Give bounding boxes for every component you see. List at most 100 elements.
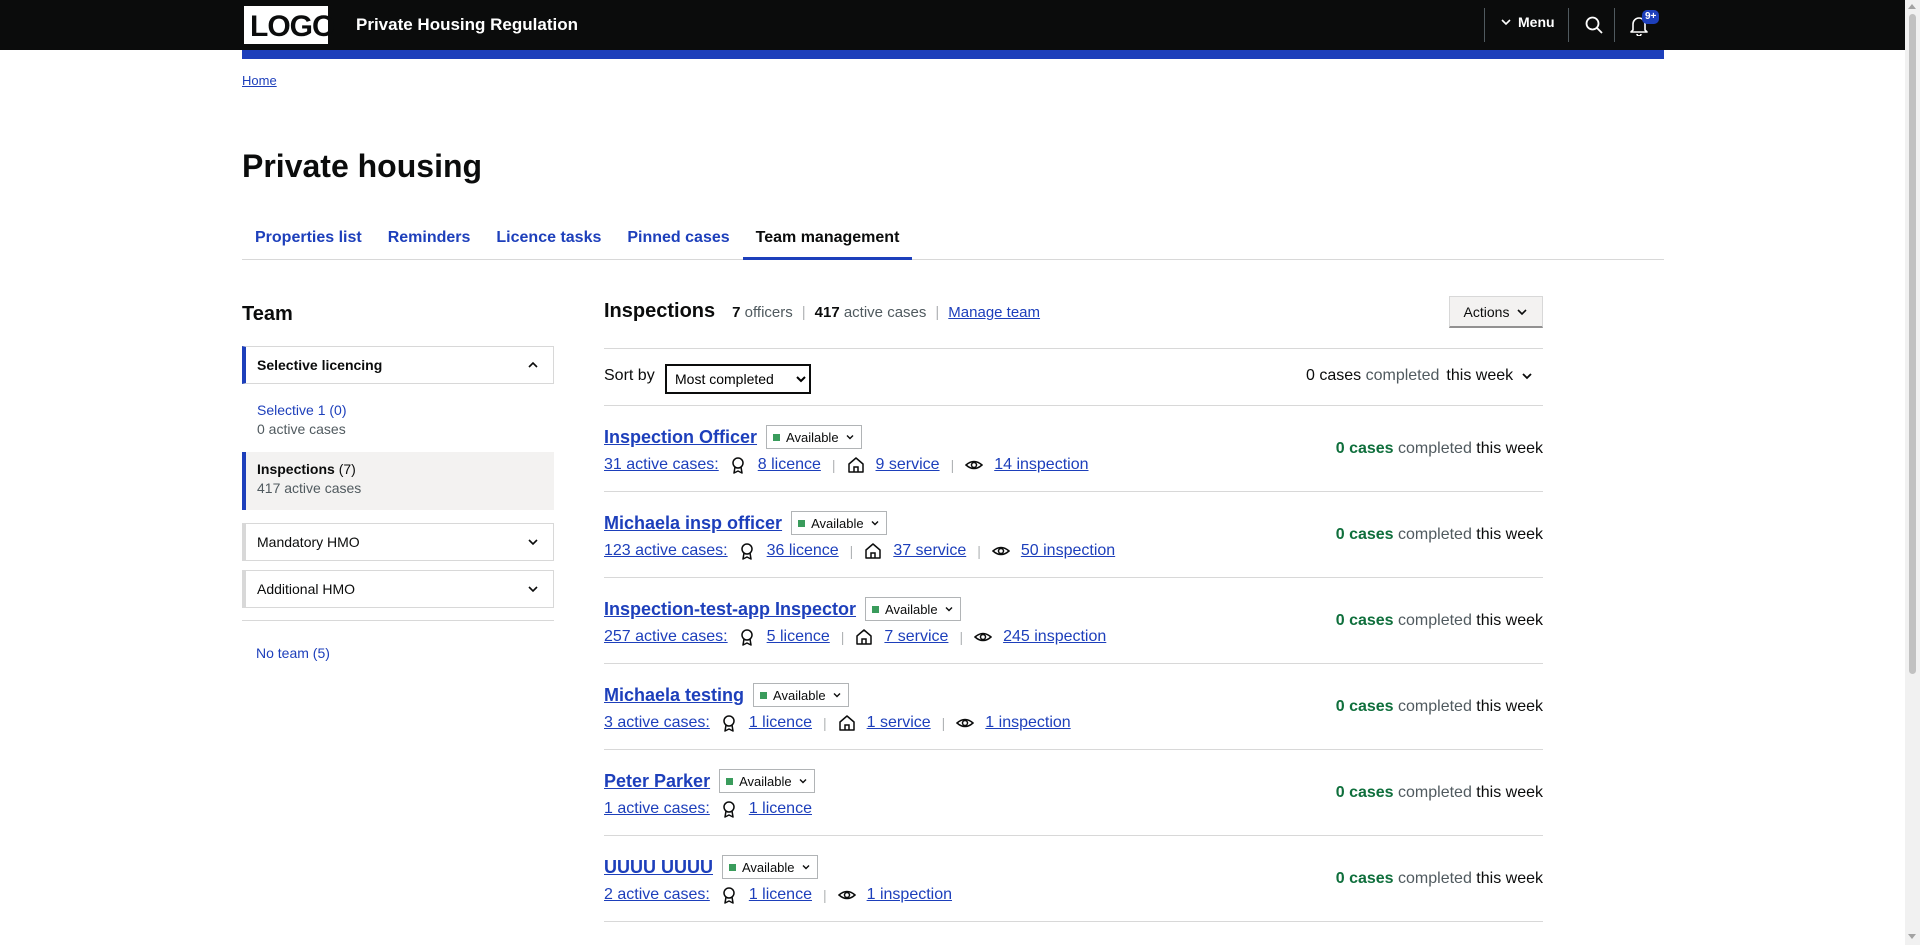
house-icon <box>865 543 882 559</box>
award-icon <box>740 543 753 560</box>
breadcrumb-home[interactable]: Home <box>242 73 277 88</box>
officer-name-link[interactable]: Peter Parker <box>604 771 710 792</box>
completed-label: completed <box>1398 440 1472 457</box>
officer-row: Michaela insp officer Available 123 active… <box>604 492 1543 578</box>
scroll-up-icon[interactable] <box>1908 4 1916 9</box>
team-item-name[interactable]: Selective 1 (0) <box>257 402 554 418</box>
officer-header: Michaela testing Available <box>604 683 849 707</box>
chevron-down-icon <box>871 521 879 526</box>
tab-properties-list[interactable]: Properties list <box>242 226 375 260</box>
separator: | <box>977 543 981 559</box>
licence-cases-link[interactable]: 1 licence <box>749 714 812 732</box>
actions-button[interactable]: Actions <box>1449 296 1543 328</box>
officer-row: Inspection-test-app Inspector Available 25… <box>604 578 1543 664</box>
scroll-down-icon[interactable] <box>1908 934 1916 939</box>
availability-dropdown[interactable]: Available <box>722 855 818 879</box>
completed-count: 0 cases <box>1335 526 1394 543</box>
officers-count: 7 <box>732 304 741 321</box>
eye-icon <box>956 718 975 728</box>
active-cases-link[interactable]: 3 active cases: <box>604 714 710 732</box>
completed-label: completed <box>1398 698 1472 715</box>
header-divider <box>1484 8 1485 42</box>
notification-badge: 9+ <box>1642 10 1660 24</box>
tab-pinned-cases[interactable]: Pinned cases <box>614 226 742 260</box>
inspection-cases-link[interactable]: 50 inspection <box>1021 542 1115 560</box>
officer-header: Inspection-test-app Inspector Available <box>604 597 961 621</box>
status-dot <box>726 777 734 785</box>
service-cases-link[interactable]: 1 service <box>867 714 931 732</box>
availability-dropdown[interactable]: Available <box>766 425 862 449</box>
team-item-name[interactable]: Inspections (7) <box>257 461 554 477</box>
summary-count: 0 cases <box>1306 367 1362 384</box>
accordion-selective-licencing[interactable]: Selective licencing <box>242 346 554 384</box>
sort-select[interactable]: Most completed <box>665 364 811 394</box>
officer-name-link[interactable]: Michaela insp officer <box>604 513 782 534</box>
service-cases-link[interactable]: 7 service <box>884 628 948 646</box>
active-cases-link[interactable]: 31 active cases: <box>604 456 719 474</box>
separator: | <box>950 457 955 473</box>
status-dot <box>729 863 736 871</box>
licence-cases-link[interactable]: 1 licence <box>749 800 812 818</box>
officer-header: Peter Parker Available <box>604 769 815 793</box>
completed-summary: 0 cases completed this week <box>1336 612 1543 630</box>
status-dot <box>872 605 880 613</box>
app-title[interactable]: Private Housing Regulation <box>356 15 578 35</box>
menu-button[interactable]: Menu <box>1500 14 1555 30</box>
logo[interactable]: LOGO <box>242 4 335 46</box>
completed-summary: 0 cases completed this week <box>1336 526 1543 544</box>
panel-header: Inspections 7 officers | 417 active case… <box>604 300 1040 323</box>
licence-cases-link[interactable]: 5 licence <box>767 628 830 646</box>
tab-licence-tasks[interactable]: Licence tasks <box>483 226 614 260</box>
completed-period: this week <box>1476 784 1543 801</box>
team-item-selective-1[interactable]: Selective 1 (0) 0 active cases <box>242 393 554 437</box>
officer-name-link[interactable]: UUUU UUUU <box>604 857 713 878</box>
availability-dropdown[interactable]: Available <box>753 683 849 707</box>
brand-strip <box>242 50 1664 59</box>
accordion-mandatory-hmo[interactable]: Mandatory HMO <box>242 523 554 561</box>
licence-cases-link[interactable]: 36 licence <box>767 542 839 560</box>
accordion-additional-hmo[interactable]: Additional HMO <box>242 570 554 608</box>
active-cases-link[interactable]: 123 active cases: <box>604 542 728 560</box>
manage-team-link[interactable]: Manage team <box>948 304 1040 321</box>
inspection-cases-link[interactable]: 1 inspection <box>867 886 952 904</box>
chevron-down-icon <box>528 539 538 546</box>
officer-name-link[interactable]: Michaela testing <box>604 685 744 706</box>
inspection-cases-link[interactable]: 14 inspection <box>994 456 1088 474</box>
award-icon <box>731 457 744 474</box>
availability-dropdown[interactable]: Available <box>865 597 961 621</box>
team-item-inspections[interactable]: Inspections (7) 417 active cases <box>242 452 554 510</box>
service-cases-link[interactable]: 9 service <box>876 456 940 474</box>
status-label: Available <box>773 687 826 703</box>
active-cases-link[interactable]: 2 active cases: <box>604 886 710 904</box>
tab-reminders[interactable]: Reminders <box>375 226 484 260</box>
active-cases-link[interactable]: 257 active cases: <box>604 628 728 646</box>
house-icon <box>856 629 873 645</box>
availability-dropdown[interactable]: Available <box>791 511 887 535</box>
no-team-link[interactable]: No team (5) <box>256 645 330 661</box>
chevron-down-icon <box>833 693 841 698</box>
licence-cases-link[interactable]: 1 licence <box>749 886 812 904</box>
award-icon <box>723 887 735 904</box>
completed-period: this week <box>1476 526 1543 543</box>
inspection-cases-link[interactable]: 1 inspection <box>985 714 1070 732</box>
inspection-cases-link[interactable]: 245 inspection <box>1003 628 1106 646</box>
completed-summary: 0 cases completed this week <box>1336 440 1543 458</box>
search-icon[interactable] <box>1584 15 1604 35</box>
status-label: Available <box>786 429 839 445</box>
officer-name-link[interactable]: Inspection Officer <box>604 427 757 448</box>
completed-summary: 0 cases completed this week <box>1336 870 1543 888</box>
divider <box>604 348 1543 349</box>
completed-count: 0 cases <box>1335 784 1394 801</box>
case-breakdown: 257 active cases: 5 licence | 7 service | 245… <box>604 628 1106 646</box>
service-cases-link[interactable]: 37 service <box>893 542 966 560</box>
completed-count: 0 cases <box>1335 612 1394 629</box>
active-cases-link[interactable]: 1 active cases: <box>604 800 710 818</box>
status-label: Available <box>885 601 938 617</box>
accordion-label: Additional HMO <box>257 581 356 597</box>
scrollbar-thumb[interactable] <box>1909 14 1916 674</box>
availability-dropdown[interactable]: Available <box>719 769 815 793</box>
tab-team-management[interactable]: Team management <box>742 226 913 260</box>
licence-cases-link[interactable]: 8 licence <box>758 456 821 474</box>
officer-name-link[interactable]: Inspection-test-app Inspector <box>604 599 856 620</box>
period-select[interactable]: this week <box>1446 367 1533 385</box>
